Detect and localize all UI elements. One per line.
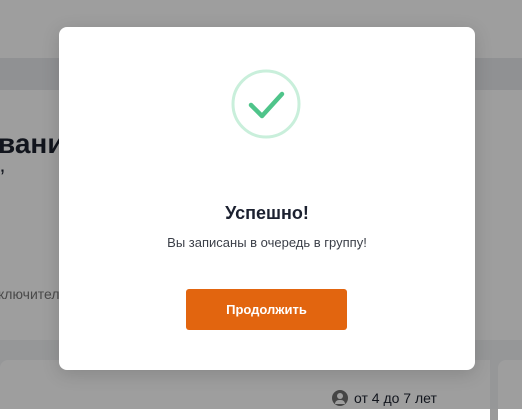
dialog-message: Вы записаны в очередь в группу!: [167, 235, 367, 250]
check-icon: [231, 69, 301, 139]
dialog-title: Успешно!: [225, 203, 309, 223]
continue-button[interactable]: Продолжить: [186, 289, 347, 330]
success-dialog: Успешно! Вы записаны в очередь в группу!…: [59, 27, 475, 370]
